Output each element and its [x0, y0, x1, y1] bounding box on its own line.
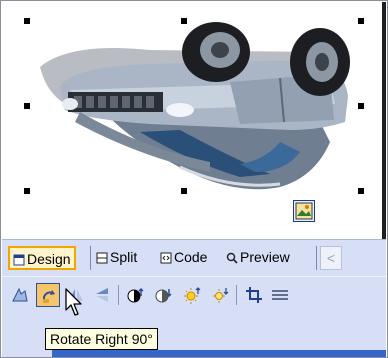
tab-preview[interactable]: Preview — [224, 246, 292, 270]
less-brightness-icon — [213, 288, 229, 303]
tab-code[interactable]: Code — [158, 246, 209, 270]
tooltip: Rotate Right 90° — [45, 328, 158, 350]
more-contrast-button[interactable] — [124, 283, 148, 307]
edit-image-button[interactable] — [8, 283, 32, 307]
taskbar-edge — [52, 350, 386, 357]
image-settings-icon[interactable] — [293, 200, 315, 222]
resample-button[interactable] — [268, 283, 292, 307]
magnifier-icon — [226, 248, 238, 264]
upside-down-car-image[interactable] — [30, 12, 360, 222]
tab-split[interactable]: Split — [94, 246, 139, 270]
edit-image-icon — [12, 287, 28, 302]
crop-button[interactable] — [242, 283, 266, 307]
resample-icon — [272, 290, 288, 300]
split-view-icon — [96, 248, 108, 264]
toolbar-separator — [236, 285, 237, 305]
design-canvas[interactable] — [2, 2, 386, 239]
rotate-right-button[interactable] — [36, 283, 60, 307]
tab-design-label: Design — [27, 251, 71, 267]
more-brightness-icon — [184, 287, 201, 304]
vertical-scrollbar[interactable] — [382, 2, 386, 239]
chevron-left-icon: < — [326, 250, 336, 266]
flip-vertical-button[interactable] — [90, 283, 114, 307]
toolbar-separator — [118, 285, 119, 305]
image-tools-toolbar — [2, 276, 386, 315]
more-contrast-icon — [127, 287, 144, 303]
tab-preview-label: Preview — [240, 249, 290, 265]
less-contrast-icon — [155, 289, 172, 303]
editor-frame: Design Split Code Preview < — [0, 0, 388, 358]
mouse-pointer-icon — [65, 288, 82, 316]
tab-split-label: Split — [110, 249, 138, 265]
rotate-right-icon — [43, 290, 55, 303]
view-tabs-bar: Design Split Code Preview < — [2, 239, 386, 276]
less-contrast-button[interactable] — [152, 283, 176, 307]
tab-separator — [316, 246, 317, 270]
more-brightness-button[interactable] — [180, 283, 204, 307]
tooltip-text: Rotate Right 90° — [50, 331, 153, 347]
tab-separator — [90, 246, 91, 270]
less-brightness-button[interactable] — [208, 283, 232, 307]
flip-vertical-icon — [96, 288, 108, 302]
scroll-left-button[interactable]: < — [320, 246, 342, 270]
crop-icon — [246, 287, 262, 303]
tab-code-label: Code — [174, 249, 208, 265]
tab-design[interactable]: Design — [8, 246, 76, 270]
code-view-icon — [160, 248, 172, 264]
design-view-icon — [13, 250, 25, 266]
